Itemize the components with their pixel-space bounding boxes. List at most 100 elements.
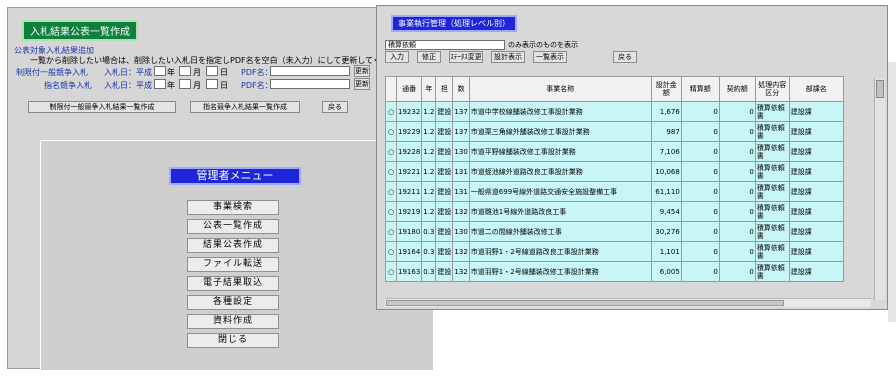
cell-contract: 0	[718, 161, 756, 182]
table-row[interactable]: ○ 19232 1.2 建設 137 市道中学校線舗装改修工事設計業務 1,676 0 0 積算依…	[385, 101, 844, 122]
cell-year: 0.3	[421, 221, 437, 242]
cell-settle: 0	[680, 201, 720, 222]
horizontal-scrollbar[interactable]	[385, 298, 871, 307]
row2-update-button[interactable]: 更新	[354, 78, 370, 90]
cell-amount: 10,068	[650, 161, 682, 182]
cell-tan: 建設	[435, 201, 454, 222]
row-select-radio[interactable]: ○	[385, 161, 397, 182]
create-restricted-list-button[interactable]: 制限付一般競争入札結果一覧作成	[28, 101, 176, 113]
row1-year-input[interactable]	[154, 66, 166, 76]
cell-year: 0.3	[421, 241, 437, 262]
cell-name: 市道雛池1号線外道路改良工事	[468, 201, 652, 222]
admin-menu-title: 管理者メニュー	[169, 167, 301, 185]
cell-name: 市道平野線舗装改修工事設計業務	[468, 141, 652, 162]
vertical-scrollbar[interactable]	[874, 78, 885, 300]
cell-no: 19163	[395, 261, 423, 282]
row2-month-input[interactable]	[179, 79, 191, 89]
menu-project-search-button[interactable]: 事業検索	[187, 200, 279, 215]
row1-year-unit: 年	[167, 68, 175, 77]
col-header-year: 年	[421, 76, 437, 102]
row-select-radio[interactable]: ○	[385, 121, 397, 142]
table-row[interactable]: ○ 19221 1.2 建設 131 市道蛭池線外道路改良工事設計業務 10,068 0 0 積算…	[385, 161, 844, 182]
design-view-button[interactable]: 設計表示	[491, 51, 525, 63]
cell-name: 一般県道699号線外道路交通安全施設整備工事	[468, 181, 652, 202]
project-back-button[interactable]: 戻る	[613, 51, 637, 63]
table-row[interactable]: ○ 19163 0.3 建設 132 市道羽野1・2号線舗装改修工事設計業務 6,005 0 0…	[385, 261, 844, 282]
row2-year-input[interactable]	[154, 79, 166, 89]
col-header-select	[385, 76, 397, 102]
create-nominated-list-button[interactable]: 指名競争入札結果一覧作成	[190, 101, 300, 113]
cell-settle: 0	[680, 161, 720, 182]
cell-status: 積算依頼書	[754, 141, 790, 162]
row-select-radio[interactable]: ○	[385, 201, 397, 222]
table-row[interactable]: ○ 19180 0.3 建設 130 市道二の間線外舗装改修工事 30,276 0 0 積算依頼書…	[385, 221, 844, 242]
cell-dept: 建設課	[788, 221, 844, 242]
cell-contract: 0	[718, 121, 756, 142]
edit-button[interactable]: 修正	[417, 51, 441, 63]
cell-amount: 7,106	[650, 141, 682, 162]
cell-year: 1.2	[421, 141, 437, 162]
table-header-row: 通番 年 担 数 事業名称 設計金額 精算額 契約額 処理内容区分 部課名	[385, 76, 844, 102]
col-header-settle: 精算額	[680, 76, 720, 102]
row1-pdf-input[interactable]	[270, 66, 350, 76]
filter-suffix: のみ表示のものを表示	[508, 41, 578, 49]
cell-settle: 0	[680, 121, 720, 142]
cell-cnt: 137	[452, 101, 470, 122]
cell-contract: 0	[718, 201, 756, 222]
cell-no: 19229	[395, 121, 423, 142]
row-select-radio[interactable]: ○	[385, 241, 397, 262]
table-row[interactable]: ○ 19164 0.3 建設 132 市道羽野1・2号線道路改良工事設計業務 1,101 0 0…	[385, 241, 844, 262]
cell-no: 19219	[395, 201, 423, 222]
bid-window-title: 入札結果公表一覧作成	[22, 20, 138, 41]
row1-update-button[interactable]: 更新	[354, 65, 370, 77]
cell-cnt: 130	[452, 141, 470, 162]
input-button[interactable]: 入力	[385, 51, 409, 63]
cell-tan: 建設	[435, 161, 454, 182]
row1-date-label: 入札日：平成	[104, 68, 152, 77]
menu-settings-button[interactable]: 各種設定	[187, 295, 279, 310]
table-row[interactable]: ○ 19228 1.2 建設 130 市道平野線舗装改修工事設計業務 7,106 0 0 積算依頼…	[385, 141, 844, 162]
menu-electronic-import-button[interactable]: 電子結果取込	[187, 276, 279, 291]
col-header-dept: 部課名	[788, 76, 844, 102]
list-view-button[interactable]: 一覧表示	[533, 51, 567, 63]
menu-publish-list-button[interactable]: 公表一覧作成	[187, 219, 279, 234]
cell-status: 積算依頼書	[754, 261, 790, 282]
row2-day-input[interactable]	[206, 79, 218, 89]
row2-year-unit: 年	[167, 81, 175, 90]
table-row[interactable]: ○ 19211 1.2 建設 131 一般県道699号線外道路交通安全施設整備工事 61,1…	[385, 181, 844, 202]
status-change-button[interactable]: ｽﾃｰﾀｽ変更	[449, 51, 483, 63]
cell-tan: 建設	[435, 181, 454, 202]
row-select-radio[interactable]: ○	[385, 221, 397, 242]
cell-status: 積算依頼書	[754, 121, 790, 142]
menu-document-button[interactable]: 資料作成	[187, 314, 279, 329]
back-button[interactable]: 戻る	[322, 101, 348, 113]
cell-dept: 建設課	[788, 121, 844, 142]
row2-pdf-input[interactable]	[270, 79, 350, 89]
menu-close-button[interactable]: 閉じる	[187, 333, 279, 348]
cell-dept: 建設課	[788, 161, 844, 182]
row-select-radio[interactable]: ○	[385, 181, 397, 202]
cell-dept: 建設課	[788, 241, 844, 262]
col-header-status: 処理内容区分	[754, 76, 790, 102]
horizontal-scroll-thumb[interactable]	[386, 300, 784, 306]
row-select-radio[interactable]: ○	[385, 261, 397, 282]
cell-settle: 0	[680, 181, 720, 202]
cell-contract: 0	[718, 241, 756, 262]
cell-amount: 1,101	[650, 241, 682, 262]
cell-year: 1.2	[421, 101, 437, 122]
table-row[interactable]: ○ 19219 1.2 建設 132 市道雛池1号線外道路改良工事 9,454 0 0 積算依頼書…	[385, 201, 844, 222]
row1-day-input[interactable]	[206, 66, 218, 76]
menu-result-publish-button[interactable]: 結果公表作成	[187, 238, 279, 253]
menu-file-transfer-button[interactable]: ファイル転送	[187, 257, 279, 272]
cell-dept: 建設課	[788, 201, 844, 222]
table-row[interactable]: ○ 19229 1.2 建設 137 市道栗三角線外舗装改修工事設計業務 987 0 0 積算依頼…	[385, 121, 844, 142]
row-select-radio[interactable]: ○	[385, 101, 397, 122]
cell-no: 19228	[395, 141, 423, 162]
background-scrollbar-strip	[888, 62, 896, 322]
row1-month-input[interactable]	[179, 66, 191, 76]
row-select-radio[interactable]: ○	[385, 141, 397, 162]
vertical-scroll-thumb[interactable]	[876, 80, 884, 98]
cell-status: 積算依頼書	[754, 201, 790, 222]
status-filter-select[interactable]: 積算依頼	[385, 40, 505, 50]
cell-dept: 建設課	[788, 181, 844, 202]
